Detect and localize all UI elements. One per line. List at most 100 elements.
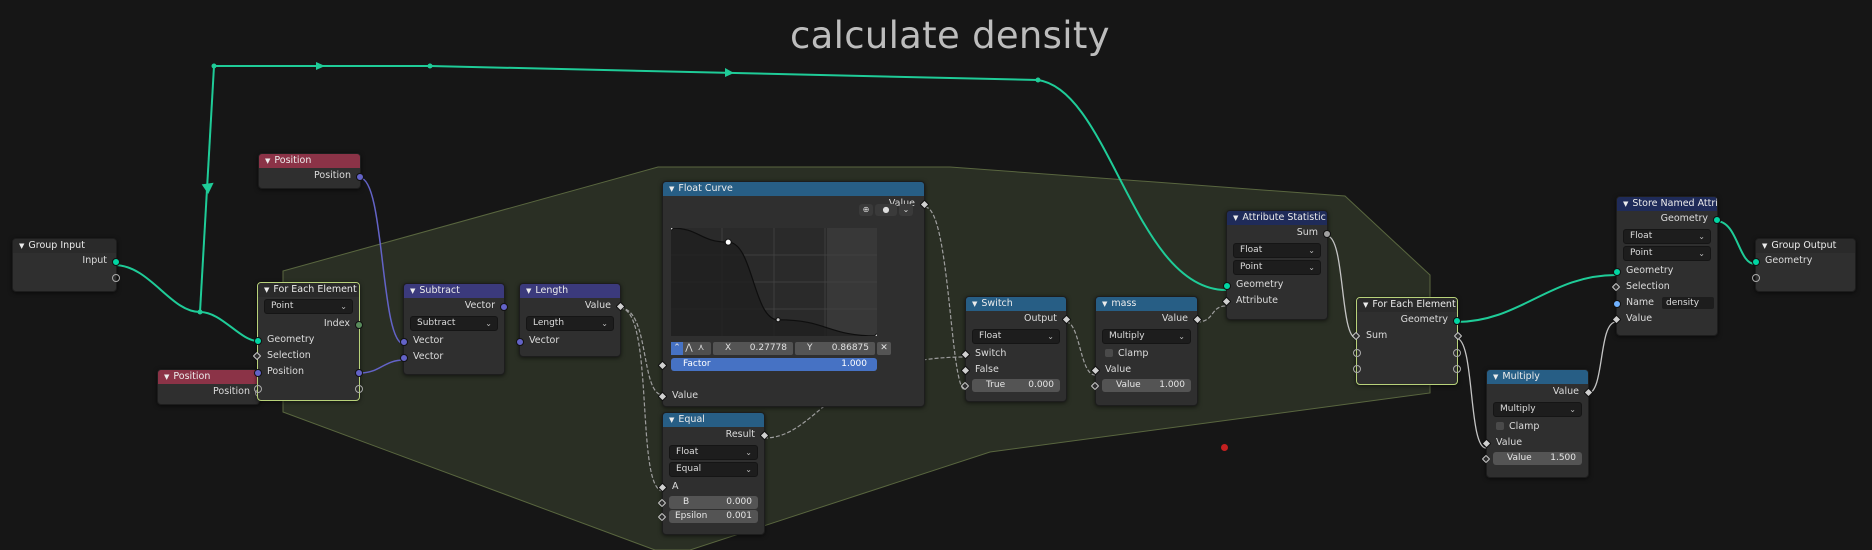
socket-empty[interactable]	[1752, 274, 1760, 282]
node-header[interactable]: ▼ For Each Element	[1357, 298, 1457, 312]
domain-dropdown[interactable]: Point ⌄	[1233, 260, 1321, 275]
socket-geometry[interactable]	[254, 337, 262, 345]
node-header[interactable]: ▼ Attribute Statistic	[1227, 211, 1327, 225]
socket-geometry[interactable]	[1752, 258, 1760, 266]
socket-string[interactable]	[1613, 300, 1621, 308]
collapse-icon[interactable]: ▼	[1493, 373, 1498, 381]
x-field[interactable]: X 0.27778	[713, 342, 793, 355]
curve-control-point[interactable]	[724, 238, 732, 246]
operation-dropdown[interactable]: Multiply ⌄	[1493, 402, 1582, 417]
socket-empty[interactable]	[355, 385, 363, 393]
type-dropdown[interactable]: Float ⌄	[1623, 229, 1711, 244]
operation-dropdown[interactable]: Subtract ⌄	[410, 316, 498, 331]
socket-empty[interactable]	[1453, 349, 1461, 357]
factor-field[interactable]: Factor 1.000	[657, 358, 877, 371]
collapse-icon[interactable]: ▼	[264, 286, 269, 294]
type-dropdown[interactable]: Float ⌄	[669, 445, 758, 460]
vector-handle-icon[interactable]: ⋀	[683, 342, 695, 355]
node-header[interactable]: ▼ Group Output	[1756, 239, 1855, 253]
collapse-icon[interactable]: ▼	[526, 287, 531, 295]
node-header[interactable]: ▼ Position	[259, 154, 360, 168]
curve-control-point[interactable]	[668, 225, 674, 231]
group-input-node[interactable]: ▼ Group Input Input	[12, 238, 120, 292]
domain-dropdown[interactable]: Point ⌄	[1623, 246, 1711, 261]
collapse-icon[interactable]: ▼	[265, 157, 270, 165]
type-dropdown[interactable]: Float ⌄	[1233, 243, 1321, 258]
node-header[interactable]: ▼ For Each Element	[258, 283, 359, 297]
socket-vector[interactable]	[400, 354, 408, 362]
operation-dropdown[interactable]: Length ⌄	[526, 316, 614, 331]
collapse-icon[interactable]: ▼	[164, 373, 169, 381]
value-field[interactable]: Value 1.500	[1481, 452, 1582, 465]
clamp-checkbox[interactable]: Clamp	[1487, 419, 1588, 435]
for-each-element-node[interactable]: ▼ For Each Element Point ⌄ Index Geometry …	[252, 282, 363, 401]
mode-dropdown[interactable]: Equal ⌄	[669, 462, 758, 477]
multiply-node[interactable]: ▼ Multiply Value Multiply ⌄ Clamp Value Va…	[1481, 369, 1594, 478]
value-field[interactable]: Value 1.000	[1090, 379, 1191, 392]
collapse-icon[interactable]: ▼	[19, 242, 24, 250]
auto-handle-icon[interactable]: ⌃	[671, 342, 683, 355]
collapse-icon[interactable]: ▼	[1102, 300, 1107, 308]
delete-point-button[interactable]: ✕	[877, 342, 891, 355]
checkbox-icon[interactable]	[1496, 422, 1504, 430]
subtract-node[interactable]: ▼ Subtract Vector Subtract ⌄ Vector Vector	[400, 283, 508, 375]
group-output-node[interactable]: ▼ Group Output Geometry	[1752, 238, 1856, 292]
socket-vector[interactable]	[400, 338, 408, 346]
curve-menu-button[interactable]: ⌄	[899, 204, 913, 216]
node-header[interactable]: ▼ Group Input	[13, 239, 116, 253]
node-canvas[interactable]	[0, 0, 1872, 550]
curve-control-point[interactable]	[775, 317, 781, 323]
node-header[interactable]: ▼ Length	[520, 284, 620, 298]
domain-dropdown[interactable]: Point ⌄	[264, 299, 353, 314]
length-node[interactable]: ▼ Length Value Length ⌄ Vector	[516, 283, 626, 357]
equal-node[interactable]: ▼ Equal Result Float ⌄ Equal ⌄ A B 0.000 Eps…	[657, 412, 770, 535]
node-header[interactable]: ▼ Position	[158, 370, 259, 384]
name-input[interactable]: density	[1662, 297, 1715, 309]
curve-tools[interactable]: ⌃ ⋀ ⋏	[671, 342, 711, 355]
socket-geometry[interactable]	[1223, 282, 1231, 290]
node-header[interactable]: ▼ Store Named Attrib...	[1617, 197, 1717, 211]
socket-empty[interactable]	[1353, 349, 1361, 357]
socket-float[interactable]	[1323, 230, 1331, 238]
operation-dropdown[interactable]: Multiply ⌄	[1102, 329, 1191, 344]
checkbox-icon[interactable]	[1105, 349, 1113, 357]
b-field[interactable]: B 0.000	[657, 496, 758, 509]
store-named-attribute-node[interactable]: ▼ Store Named Attrib... Geometry Float ⌄ P…	[1611, 196, 1721, 336]
curve-editor[interactable]	[668, 225, 880, 339]
collapse-icon[interactable]: ▼	[669, 416, 674, 424]
socket-vector[interactable]	[356, 173, 364, 181]
socket-empty[interactable]	[254, 385, 262, 393]
node-header[interactable]: ▼ Subtract	[404, 284, 504, 298]
float-curve-node[interactable]: ▼ Float Curve Value ⊕ ● ⌄ ⌃⋀⋏ X 0.27778 Y 0…	[657, 181, 930, 407]
node-header[interactable]: ▼ Switch	[966, 297, 1066, 311]
node-header[interactable]: ▼ Equal	[663, 413, 764, 427]
socket-empty[interactable]	[1453, 365, 1461, 373]
collapse-icon[interactable]: ▼	[410, 287, 415, 295]
type-dropdown[interactable]: Float ⌄	[972, 329, 1060, 344]
y-field[interactable]: Y 0.86875	[795, 342, 875, 355]
socket-empty[interactable]	[112, 274, 120, 282]
node-header[interactable]: ▼ mass	[1096, 297, 1197, 311]
curve-control-point[interactable]	[874, 333, 880, 339]
socket-position[interactable]	[254, 369, 262, 377]
socket-vector[interactable]	[500, 303, 508, 311]
switch-node[interactable]: ▼ Switch Output Float ⌄ Switch False True 0…	[960, 296, 1072, 402]
collapse-icon[interactable]: ▼	[972, 300, 977, 308]
socket-position-out[interactable]	[355, 369, 363, 377]
collapse-icon[interactable]: ▼	[1233, 214, 1238, 222]
mass-node[interactable]: ▼ mass Value Multiply ⌄ Clamp Value Value 1…	[1090, 296, 1203, 406]
collapse-icon[interactable]: ▼	[1762, 242, 1767, 250]
collapse-icon[interactable]: ▼	[1363, 301, 1368, 309]
socket-empty[interactable]	[1353, 365, 1361, 373]
socket-index[interactable]	[355, 321, 363, 329]
curve-graph[interactable]	[668, 225, 880, 339]
node-header[interactable]: ▼ Multiply	[1487, 370, 1588, 384]
clip-toggle[interactable]: ●	[875, 204, 897, 216]
for-each-element-node[interactable]: ▼ For Each Element Geometry Sum	[1351, 297, 1463, 385]
epsilon-field[interactable]: Epsilon 0.001	[657, 510, 758, 523]
socket-geometry[interactable]	[112, 258, 120, 266]
socket-vector[interactable]	[516, 338, 524, 346]
socket-geometry[interactable]	[1713, 216, 1721, 224]
true-field[interactable]: True 0.000	[960, 379, 1060, 392]
free-handle-icon[interactable]: ⋏	[695, 342, 707, 355]
